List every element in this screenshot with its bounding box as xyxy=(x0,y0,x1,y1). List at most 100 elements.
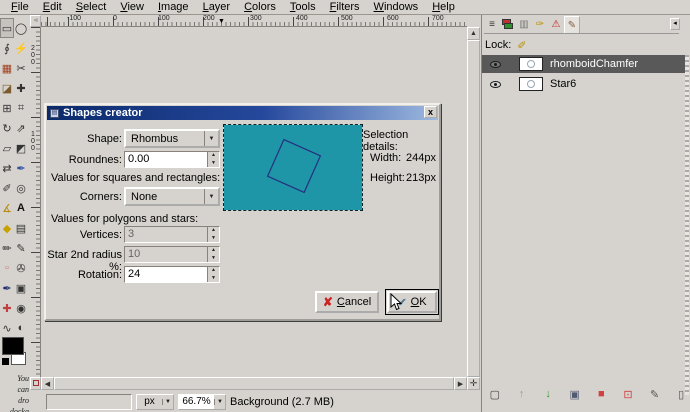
dodge-burn-tool-icon[interactable]: ◐ xyxy=(14,318,28,338)
new-layer-button[interactable]: ▢ xyxy=(487,386,503,402)
brushes-tab-icon[interactable]: ✎ xyxy=(564,16,580,33)
corners-label: Corners: xyxy=(52,191,122,203)
paths-tab-icon[interactable]: ✑ xyxy=(532,16,548,33)
delete-layer-button[interactable]: ▯ xyxy=(673,386,689,402)
dock-scrollbar[interactable] xyxy=(685,55,689,395)
eraser-tool-icon[interactable]: ▫ xyxy=(0,258,14,278)
free-select-tool-icon[interactable]: ∮ xyxy=(0,38,14,58)
ellipse-select-tool-icon[interactable]: ◯ xyxy=(14,18,28,38)
ink-tool-icon[interactable]: ✒ xyxy=(0,278,14,298)
perspective-tool-icon[interactable]: ◩ xyxy=(14,138,28,158)
rectangle-select-tool-icon[interactable]: ▭ xyxy=(0,18,14,38)
gradient-tool-icon[interactable]: ▤ xyxy=(14,218,28,238)
rotate-tool-icon[interactable]: ↻ xyxy=(0,118,14,138)
layers-tab-icon[interactable] xyxy=(500,16,516,33)
height-value: 213px xyxy=(406,172,436,184)
zoom-select[interactable]: 66.7%▼ xyxy=(178,394,226,410)
pencil-tool-icon[interactable]: ✏ xyxy=(0,238,14,258)
bucket-fill-tool-icon[interactable]: ◆ xyxy=(0,218,14,238)
error-console-tab-icon[interactable]: ⚠ xyxy=(548,16,564,33)
menu-edit[interactable]: Edit xyxy=(36,1,69,13)
chevron-down-icon: ▼ xyxy=(214,399,225,405)
duplicate-layer-button[interactable]: ▣ xyxy=(567,386,583,402)
spinner-arrows-icon[interactable]: ▲▼ xyxy=(207,267,219,282)
smudge-tool-icon[interactable]: ∿ xyxy=(0,318,14,338)
layer-thumbnail xyxy=(519,77,543,91)
menu-windows[interactable]: Windows xyxy=(367,1,426,13)
flip-tool-icon[interactable]: ⇄ xyxy=(0,158,14,178)
menu-filters[interactable]: Filters xyxy=(323,1,367,13)
horizontal-scroll-thumb[interactable] xyxy=(54,377,454,390)
corners-dropdown[interactable]: None▼ xyxy=(124,187,220,206)
zoom-tool-icon[interactable]: ◎ xyxy=(14,178,28,198)
cancel-button[interactable]: ✘ Cancel xyxy=(315,291,379,313)
layers-dock: ≡ ▥ ✑ ⚠ ✎ ◂ Lock: ✐ rhomboidChamfer Star… xyxy=(481,15,690,412)
spinner-arrows-icon: ▲▼ xyxy=(207,227,219,242)
move-tool-icon[interactable]: ✚ xyxy=(14,78,28,98)
roundness-spinbox[interactable]: 0.00 ▲▼ xyxy=(124,151,220,168)
dock-hint-text: You can dro docka xyxy=(0,373,29,412)
horizontal-scrollbar[interactable]: ◀ ▶ xyxy=(41,377,467,390)
clone-tool-icon[interactable]: ▣ xyxy=(14,278,28,298)
rotation-spinbox[interactable]: 24 ▲▼ xyxy=(124,266,220,283)
menu-help[interactable]: Help xyxy=(425,1,462,13)
menu-file[interactable]: File xyxy=(4,1,36,13)
menu-image[interactable]: Image xyxy=(151,1,196,13)
quick-mask-toggle[interactable] xyxy=(30,377,41,390)
menu-view[interactable]: View xyxy=(113,1,151,13)
scroll-left-button[interactable]: ◀ xyxy=(41,377,54,390)
select-by-color-tool-icon[interactable]: ▦ xyxy=(0,58,14,78)
spinner-arrows-icon[interactable]: ▲▼ xyxy=(207,152,219,167)
width-label: Width: xyxy=(370,152,401,164)
scroll-up-button[interactable]: ▲ xyxy=(467,27,480,40)
heal-tool-icon[interactable]: ✚ xyxy=(0,298,14,318)
shapes-creator-dialog: ▤ Shapes creator x Shape: Rhombus▼ Round… xyxy=(44,103,441,321)
raise-layer-button[interactable]: ↑ xyxy=(514,386,530,402)
layer-row-rhomboidchamfer[interactable]: rhomboidChamfer xyxy=(482,55,685,73)
selection-from-layer-button[interactable]: ⊡ xyxy=(620,386,636,402)
chevron-down-icon: ▼ xyxy=(162,399,173,405)
lock-brush-icon[interactable]: ✐ xyxy=(517,39,526,52)
foreground-color-swatch[interactable] xyxy=(2,337,24,355)
menu-colors[interactable]: Colors xyxy=(237,1,283,13)
tool-options-tab-icon[interactable]: ≡ xyxy=(484,16,500,33)
foreground-select-tool-icon[interactable]: ◪ xyxy=(0,78,14,98)
close-icon[interactable]: x xyxy=(424,106,437,118)
channels-tab-icon[interactable]: ▥ xyxy=(516,16,532,33)
vertical-ruler[interactable]: 200 100 xyxy=(30,27,41,377)
default-colors-icon[interactable] xyxy=(2,358,9,365)
fuzzy-select-tool-icon[interactable]: ⚡ xyxy=(14,38,28,58)
menu-tools[interactable]: Tools xyxy=(283,1,323,13)
measure-tool-icon[interactable]: ∡ xyxy=(0,198,14,218)
paths-tool-icon[interactable]: ✒ xyxy=(14,158,28,178)
vertical-scroll-thumb[interactable] xyxy=(467,40,480,377)
airbrush-tool-icon[interactable]: ✇ xyxy=(14,258,28,278)
menu-layer[interactable]: Layer xyxy=(196,1,238,13)
scale-tool-icon[interactable]: ⇗ xyxy=(14,118,28,138)
paintbrush-tool-icon[interactable]: ✎ xyxy=(14,238,28,258)
edit-layer-button[interactable]: ✎ xyxy=(647,386,663,402)
visibility-eye-icon[interactable] xyxy=(490,61,501,68)
anchor-layer-button[interactable]: ■ xyxy=(594,386,610,402)
menu-select[interactable]: Select xyxy=(69,1,114,13)
shear-tool-icon[interactable]: ▱ xyxy=(0,138,14,158)
dialog-title-bar[interactable]: ▤ Shapes creator xyxy=(47,106,438,120)
horizontal-ruler[interactable]: -100 0 100 200 300 400 500 600 700 ▼ xyxy=(41,15,467,27)
status-bar: px▼ 66.7%▼ Background (2.7 MB) xyxy=(30,391,480,412)
color-picker-tool-icon[interactable]: ✐ xyxy=(0,178,14,198)
align-tool-icon[interactable]: ⊞ xyxy=(0,98,14,118)
lower-layer-button[interactable]: ↓ xyxy=(540,386,556,402)
unit-select[interactable]: px▼ xyxy=(136,394,174,410)
text-tool-icon[interactable]: A xyxy=(14,198,28,218)
blur-tool-icon[interactable]: ◉ xyxy=(14,298,28,318)
crop-tool-icon[interactable]: ⌗ xyxy=(14,98,28,118)
scissors-select-tool-icon[interactable]: ✂ xyxy=(14,58,28,78)
ruler-corner-menu-button[interactable]: ◃ xyxy=(30,15,41,27)
scroll-right-button[interactable]: ▶ xyxy=(454,377,467,390)
visibility-eye-icon[interactable] xyxy=(490,81,501,88)
navigation-button[interactable]: ✛ xyxy=(467,377,480,390)
dock-collapse-button[interactable]: ◂ xyxy=(670,18,680,30)
vertical-scrollbar[interactable]: ▲ xyxy=(467,27,480,377)
shape-dropdown[interactable]: Rhombus▼ xyxy=(124,129,220,148)
layer-row-star6[interactable]: Star6 xyxy=(482,75,685,93)
